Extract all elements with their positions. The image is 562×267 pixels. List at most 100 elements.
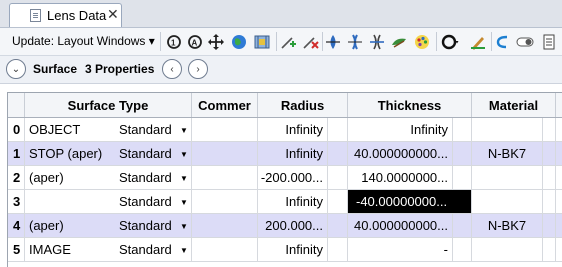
thickness-cell[interactable]: Infinity — [348, 118, 453, 142]
radius-cell[interactable]: Infinity — [258, 190, 328, 214]
thickness-solve-cell[interactable] — [453, 142, 472, 166]
tab-lens-data[interactable]: Lens Data ✕ — [9, 3, 122, 27]
material-cell[interactable] — [472, 166, 543, 190]
next-surface-button[interactable]: › — [188, 59, 208, 79]
thickness-cell[interactable]: 40.000000000... — [348, 214, 453, 238]
material-solve-cell[interactable] — [543, 214, 556, 238]
edit-icon[interactable] — [468, 32, 488, 51]
radius-cell[interactable]: 200.000... — [258, 214, 328, 238]
table-row[interactable]: 0OBJECT Standard Infinity Infinity — [8, 118, 562, 142]
globe-icon[interactable] — [229, 32, 249, 51]
material-solve-cell[interactable] — [543, 166, 556, 190]
lens-icon[interactable] — [323, 32, 343, 51]
update-dropdown[interactable]: Update: Layout Windows ▾ — [12, 34, 155, 48]
header-radius[interactable]: Radius — [258, 93, 348, 117]
thickness-solve-cell[interactable] — [453, 238, 472, 262]
table-row[interactable]: 3 Standard Infinity -40.00000000... — [8, 190, 562, 214]
optimize-icon[interactable] — [389, 32, 409, 51]
header-thickness[interactable]: Thickness — [348, 93, 472, 117]
surface-type-label: Standard — [119, 242, 172, 257]
expand-button[interactable]: ⌄ — [6, 59, 26, 79]
comment-column-cell[interactable] — [192, 238, 258, 262]
radius-solve-cell[interactable] — [328, 118, 348, 142]
radius-solve-cell[interactable] — [328, 142, 348, 166]
material-cell[interactable]: N-BK7 — [472, 214, 543, 238]
reload-icon[interactable]: 1 — [164, 32, 184, 51]
row-index: 4 — [8, 214, 25, 238]
chevron-down-icon[interactable] — [180, 174, 188, 183]
previous-surface-button[interactable]: ‹ — [162, 59, 182, 79]
comment-column-cell[interactable] — [192, 190, 258, 214]
surface-type-cell[interactable]: Standard — [115, 142, 192, 166]
radius-cell[interactable]: Infinity — [258, 142, 328, 166]
surface-type-cell[interactable]: Standard — [115, 238, 192, 262]
radius-solve-cell[interactable] — [328, 238, 348, 262]
header-comment[interactable]: Commer — [192, 93, 258, 117]
material-solve-cell[interactable] — [543, 238, 556, 262]
surface-type-label: Standard — [119, 122, 172, 137]
surface-type-label: Standard — [119, 170, 172, 185]
comment-cell[interactable] — [25, 190, 115, 214]
chevron-down-icon[interactable] — [180, 198, 188, 207]
header-surface-type[interactable]: Surface Type — [25, 93, 192, 117]
comment-column-cell[interactable] — [192, 214, 258, 238]
comment-column-cell[interactable] — [192, 118, 258, 142]
header-material[interactable]: Material — [472, 93, 556, 117]
surface-type-cell[interactable]: Standard — [115, 214, 192, 238]
toggle-icon[interactable] — [515, 32, 535, 51]
chevron-down-icon[interactable] — [180, 222, 188, 231]
comment-cell[interactable]: STOP (aper) — [25, 142, 115, 166]
map-icon[interactable] — [252, 32, 272, 51]
material-solve-cell[interactable] — [543, 190, 556, 214]
chevron-down-icon[interactable] — [180, 246, 188, 255]
thickness-solve-cell[interactable] — [453, 214, 472, 238]
chevron-down-icon[interactable] — [180, 150, 188, 159]
undo-icon[interactable] — [493, 32, 513, 51]
thickness-cell[interactable]: 140.0000000... — [348, 166, 453, 190]
table-row[interactable]: 1STOP (aper) Standard Infinity 40.000000000… — [8, 142, 562, 166]
chevron-down-icon[interactable] — [180, 126, 188, 135]
lens-flip-icon[interactable] — [345, 32, 365, 51]
radius-cell[interactable]: -200.000... — [258, 166, 328, 190]
comment-cell[interactable]: (aper) — [25, 166, 115, 190]
refresh-all-icon[interactable]: A — [185, 32, 205, 51]
thickness-cell-editing[interactable]: -40.00000000... — [348, 190, 472, 214]
material-cell[interactable] — [472, 190, 543, 214]
radius-cell[interactable]: Infinity — [258, 238, 328, 262]
material-solve-cell[interactable] — [543, 142, 556, 166]
material-cell[interactable]: N-BK7 — [472, 142, 543, 166]
table-row[interactable]: 5IMAGE Standard Infinity- — [8, 238, 562, 262]
comment-cell[interactable]: IMAGE — [25, 238, 115, 262]
material-cell[interactable] — [472, 118, 543, 142]
color-palette-icon[interactable] — [412, 32, 432, 51]
comment-cell[interactable]: OBJECT — [25, 118, 115, 142]
row-index: 2 — [8, 166, 25, 190]
surface-flip-icon[interactable] — [367, 32, 387, 51]
extra-cell — [556, 190, 562, 214]
comment-cell[interactable]: (aper) — [25, 214, 115, 238]
move-icon[interactable] — [206, 32, 226, 51]
aperture-dropdown-icon[interactable] — [440, 32, 460, 51]
page-icon[interactable] — [539, 32, 559, 51]
radius-solve-cell[interactable] — [328, 166, 348, 190]
radius-cell[interactable]: Infinity — [258, 118, 328, 142]
table-row[interactable]: 2(aper) Standard -200.000... 140.0000000... — [8, 166, 562, 190]
close-icon[interactable]: ✕ — [107, 6, 119, 23]
table-row[interactable]: 4(aper) Standard 200.000... 40.000000000...… — [8, 214, 562, 238]
comment-column-cell[interactable] — [192, 142, 258, 166]
toolbar-separator — [491, 32, 492, 51]
material-solve-cell[interactable] — [543, 118, 556, 142]
thickness-cell[interactable]: 40.000000000... — [348, 142, 453, 166]
surface-type-cell[interactable]: Standard — [115, 166, 192, 190]
material-cell[interactable] — [472, 238, 543, 262]
radius-solve-cell[interactable] — [328, 214, 348, 238]
surface-type-cell[interactable]: Standard — [115, 118, 192, 142]
delete-surface-icon[interactable] — [300, 32, 320, 51]
thickness-cell[interactable]: - — [348, 238, 453, 262]
add-surface-icon[interactable] — [278, 32, 298, 51]
thickness-solve-cell[interactable] — [453, 118, 472, 142]
comment-column-cell[interactable] — [192, 166, 258, 190]
thickness-solve-cell[interactable] — [453, 166, 472, 190]
radius-solve-cell[interactable] — [328, 190, 348, 214]
surface-type-cell[interactable]: Standard — [115, 190, 192, 214]
